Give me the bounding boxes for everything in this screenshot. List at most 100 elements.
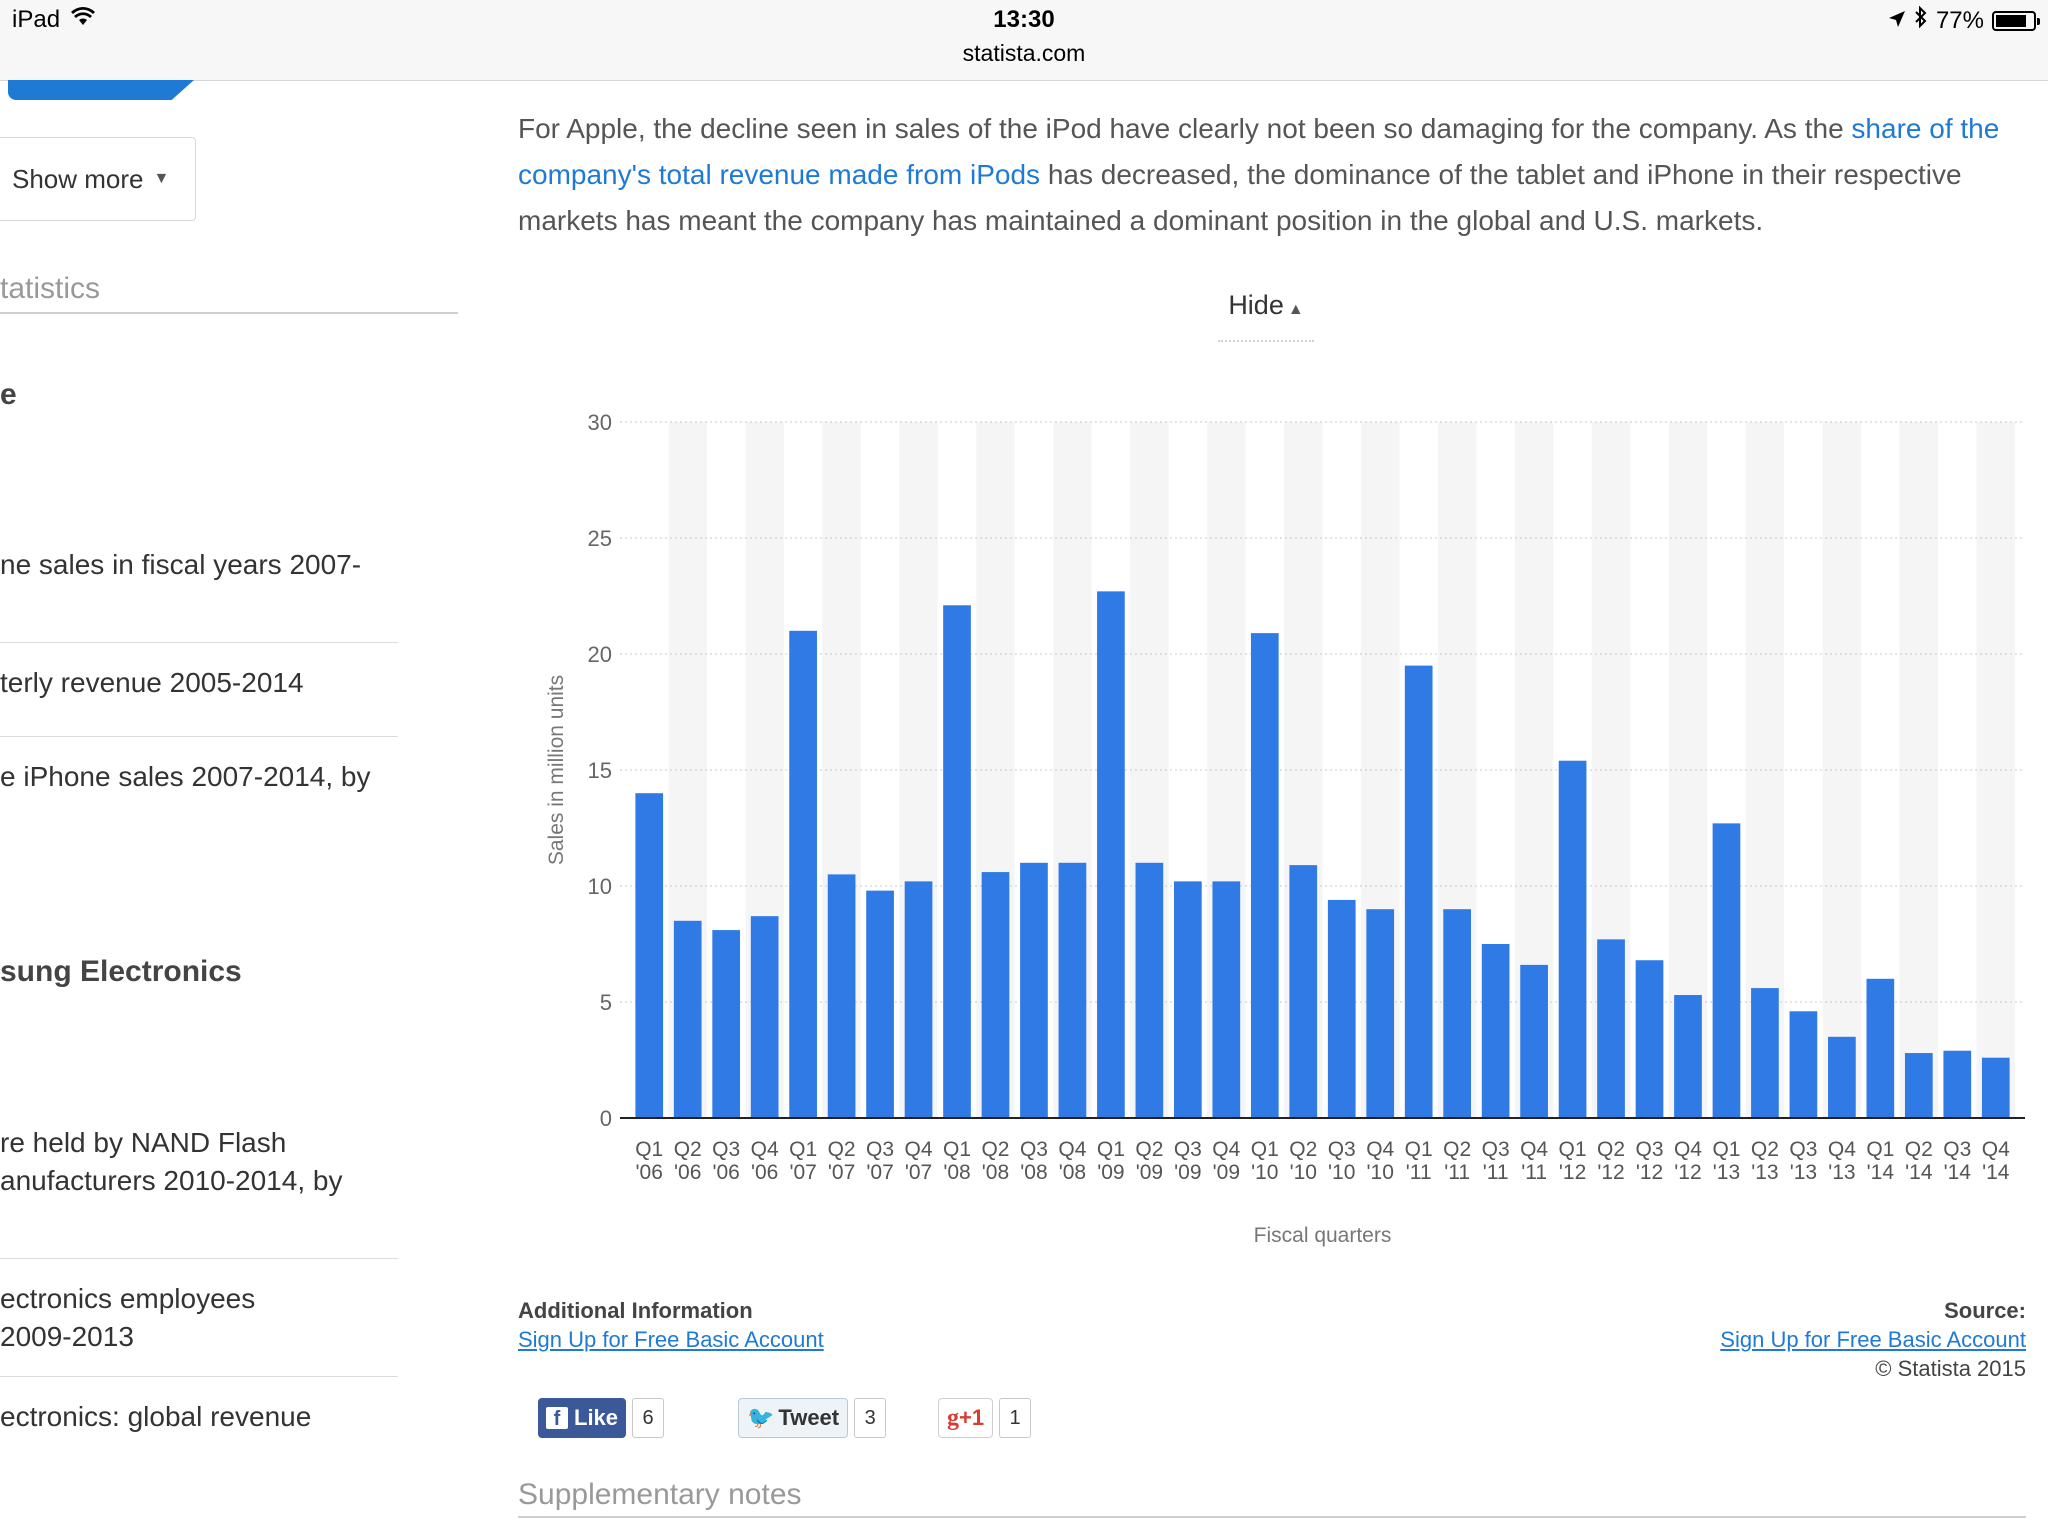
tweet-button[interactable]: 🐦 Tweet <box>738 1398 849 1438</box>
y-tick-label: 30 <box>588 410 612 435</box>
like-label: Like <box>574 1405 619 1430</box>
x-tick-label: '13 <box>1751 1161 1778 1184</box>
sidebar-link[interactable]: terly revenue 2005-2014 <box>0 664 304 702</box>
sidebar-divider <box>0 736 398 737</box>
chart-bar <box>1020 862 1048 1118</box>
x-tick-label: '08 <box>1020 1161 1047 1184</box>
x-tick-label: Q3 <box>712 1138 740 1161</box>
sidebar-link[interactable]: anufacturers 2010-2014, by <box>0 1162 342 1200</box>
x-tick-label: '14 <box>1905 1161 1933 1184</box>
y-tick-label: 15 <box>588 758 612 783</box>
chart-bar <box>1212 881 1241 1118</box>
status-time: 13:30 <box>993 6 1055 33</box>
x-tick-label: Q4 <box>751 1138 779 1161</box>
sidebar-link[interactable]: ectronics employees <box>0 1280 255 1318</box>
y-tick-label: 20 <box>588 642 612 667</box>
chart-bar <box>750 916 779 1118</box>
chart-bar <box>1712 823 1741 1118</box>
x-tick-label: '13 <box>1790 1161 1817 1184</box>
sidebar-divider <box>0 642 398 643</box>
chart-bar <box>1058 862 1087 1118</box>
additional-info-heading: Additional Information <box>518 1298 753 1323</box>
x-tick-label: '07 <box>905 1161 932 1184</box>
sidebar-divider <box>0 1258 398 1259</box>
sidebar-link[interactable]: 2009-2013 <box>0 1318 134 1356</box>
sidebar-tab-button[interactable] <box>8 80 194 100</box>
y-tick-label: 5 <box>600 990 612 1015</box>
chart-bar <box>1404 665 1433 1118</box>
intro-text: For Apple, the decline seen in sales of … <box>518 113 1852 144</box>
sidebar-link[interactable]: ectronics: global revenue <box>0 1398 311 1436</box>
x-tick-label: Q4 <box>1058 1138 1086 1161</box>
x-tick-label: '08 <box>982 1161 1009 1184</box>
x-tick-label: Q2 <box>1443 1138 1471 1161</box>
chart-bar <box>1135 862 1164 1118</box>
show-more-button[interactable]: Show more ▼ <box>0 137 196 221</box>
y-axis-title: Sales in million units <box>545 675 568 865</box>
x-tick-label: '12 <box>1559 1161 1586 1184</box>
google-plus-button[interactable]: g +1 <box>938 1398 994 1438</box>
x-tick-label: Q3 <box>1174 1138 1202 1161</box>
twitter-bird-icon: 🐦 <box>747 1405 775 1430</box>
x-tick-label: '06 <box>636 1161 663 1184</box>
status-bar: iPad 13:30 statista.com 77% <box>0 0 2048 81</box>
x-tick-label: Q1 <box>1712 1138 1740 1161</box>
x-tick-label: '09 <box>1174 1161 1201 1184</box>
x-tick-label: Q2 <box>1135 1138 1163 1161</box>
tweet-label: Tweet <box>778 1405 840 1430</box>
chart-bar <box>1097 591 1125 1118</box>
sidebar-group-title: sung Electronics <box>0 955 242 988</box>
source-heading: Source: <box>1944 1298 2026 1323</box>
x-tick-label: Q3 <box>1636 1138 1664 1161</box>
x-tick-label: '07 <box>866 1161 893 1184</box>
x-tick-label: '06 <box>674 1161 701 1184</box>
x-tick-label: '10 <box>1290 1161 1317 1184</box>
facebook-share: f Like 6 <box>538 1398 665 1438</box>
gplus-share: g +1 1 <box>938 1398 1032 1438</box>
chart-bar <box>1558 760 1587 1118</box>
source-signup-link[interactable]: Sign Up for Free Basic Account <box>1720 1327 2026 1353</box>
location-arrow-icon <box>1888 7 1906 35</box>
x-tick-label: Q1 <box>1405 1138 1433 1161</box>
x-tick-label: Q1 <box>789 1138 817 1161</box>
sidebar-link[interactable]: e iPhone sales 2007-2014, by <box>0 758 371 796</box>
x-tick-label: '11 <box>1406 1161 1432 1184</box>
x-tick-label: '12 <box>1597 1161 1624 1184</box>
facebook-icon: f <box>546 1407 568 1430</box>
x-tick-label: '09 <box>1213 1161 1240 1184</box>
supplementary-notes-heading: Supplementary notes <box>518 1478 2026 1518</box>
intro-paragraph: For Apple, the decline seen in sales of … <box>518 106 2026 244</box>
x-tick-label: Q1 <box>1559 1138 1587 1161</box>
x-tick-label: Q2 <box>828 1138 856 1161</box>
sidebar-divider <box>0 1376 398 1377</box>
show-more-label: Show more <box>12 163 144 194</box>
x-tick-label: Q1 <box>1097 1138 1125 1161</box>
address-bar-url[interactable]: statista.com <box>0 40 2048 67</box>
twitter-share: 🐦 Tweet 3 <box>738 1398 887 1438</box>
sidebar-link[interactable]: ne sales in fiscal years 2007- <box>0 546 361 584</box>
x-tick-label: '14 <box>1944 1161 1972 1184</box>
x-tick-label: Q3 <box>1789 1138 1817 1161</box>
sidebar-link[interactable]: re held by NAND Flash <box>0 1124 286 1162</box>
x-tick-label: Q3 <box>1328 1138 1356 1161</box>
caret-up-icon: ▲ <box>1287 301 1304 318</box>
chart-bar <box>981 872 1010 1118</box>
x-tick-label: Q3 <box>1482 1138 1510 1161</box>
x-tick-label: Q4 <box>1366 1138 1394 1161</box>
sidebar-group-title: e <box>0 378 17 411</box>
chart-bar <box>673 920 702 1118</box>
tweet-count: 3 <box>854 1398 887 1438</box>
chart-bar <box>789 630 817 1118</box>
signup-link[interactable]: Sign Up for Free Basic Account <box>518 1327 824 1353</box>
sidebar-heading: tatistics <box>0 272 458 314</box>
x-tick-label: '12 <box>1674 1161 1701 1184</box>
x-tick-label: '10 <box>1328 1161 1355 1184</box>
x-tick-label: '08 <box>943 1161 970 1184</box>
chart-bar <box>1751 988 1779 1118</box>
facebook-like-button[interactable]: f Like <box>538 1398 627 1438</box>
gplus-count: 1 <box>999 1398 1032 1438</box>
x-tick-label: '09 <box>1136 1161 1163 1184</box>
x-tick-label: Q2 <box>674 1138 702 1161</box>
chart-bar <box>1866 978 1895 1118</box>
hide-chart-button[interactable]: Hide ▲ <box>1218 290 1314 342</box>
